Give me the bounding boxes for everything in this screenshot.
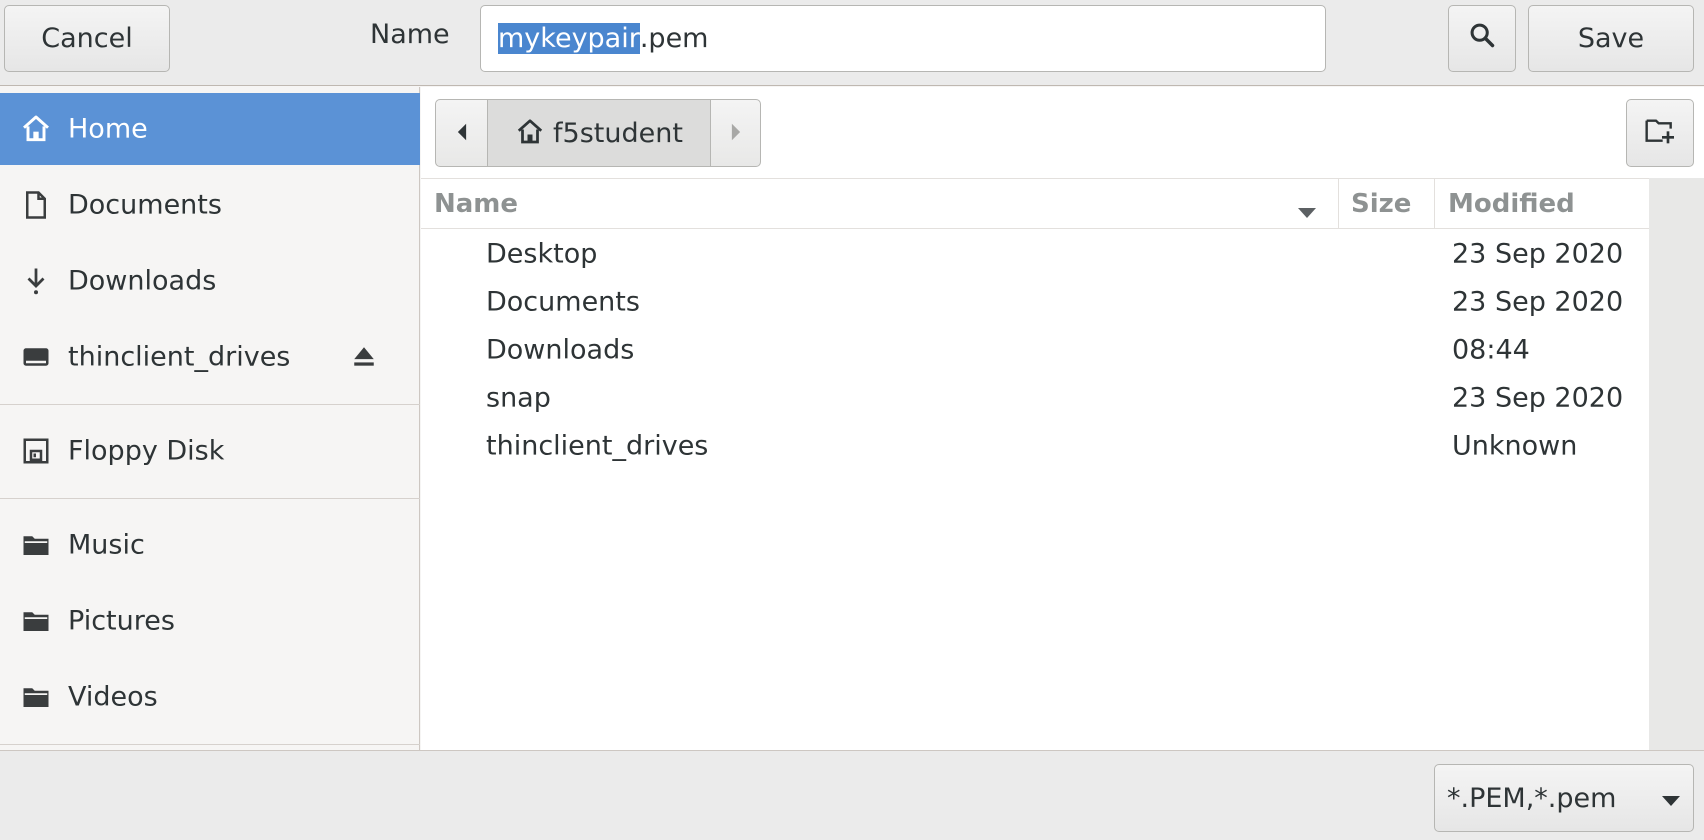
list-scrollbar-track[interactable]	[1649, 178, 1704, 750]
home-icon	[515, 117, 545, 150]
file-name: Desktop	[486, 238, 598, 270]
table-row[interactable]: snap 23 Sep 2020	[421, 374, 1649, 422]
file-modified: 23 Sep 2020	[1452, 238, 1624, 270]
table-row[interactable]: thinclient_drives Unknown	[421, 422, 1649, 470]
path-scroll-right-button[interactable]	[710, 99, 761, 167]
chevron-right-icon	[729, 121, 743, 146]
file-modified: 08:44	[1452, 334, 1530, 366]
header-bar: Cancel Name mykeypair .pem Save	[0, 0, 1704, 86]
folder-icon	[19, 528, 53, 562]
sidebar-separator	[0, 744, 420, 745]
column-header-size[interactable]: Size	[1351, 179, 1411, 229]
sidebar-item-pictures[interactable]: Pictures	[0, 585, 420, 657]
chevron-down-icon	[1661, 783, 1681, 814]
drive-icon	[19, 340, 53, 374]
sidebar-item-label: Documents	[68, 189, 222, 221]
save-button[interactable]: Save	[1528, 5, 1694, 72]
file-name: Documents	[486, 286, 640, 318]
file-list: Name Size Modified Desktop 23 Sep 2020 D…	[421, 178, 1649, 750]
search-icon	[1468, 21, 1496, 56]
path-scroll-left-button[interactable]	[435, 99, 488, 167]
column-header: Name Size Modified	[421, 179, 1649, 229]
path-crumb-label: f5student	[553, 117, 683, 149]
filename-extension-text: .pem	[639, 23, 709, 54]
filename-selected-text: mykeypair	[498, 23, 640, 54]
sidebar-item-label: Home	[68, 113, 148, 145]
table-row[interactable]: Desktop 23 Sep 2020	[421, 230, 1649, 278]
file-name: thinclient_drives	[486, 430, 709, 462]
sidebar-separator	[0, 498, 420, 499]
name-label: Name	[370, 19, 450, 50]
chevron-left-icon	[455, 121, 469, 146]
file-modified: 23 Sep 2020	[1452, 382, 1624, 414]
column-divider	[1338, 179, 1339, 229]
new-folder-button[interactable]	[1626, 99, 1694, 167]
sidebar-item-label: Downloads	[68, 265, 217, 297]
sidebar-separator	[0, 404, 420, 405]
column-divider	[1434, 179, 1435, 229]
sidebar-item-label: Pictures	[68, 605, 175, 637]
footer-bar: *.PEM,*.pem	[0, 750, 1704, 840]
file-modified: Unknown	[1452, 430, 1578, 462]
places-sidebar: Home Documents Downloads thinclient_driv…	[0, 87, 420, 750]
sidebar-item-music[interactable]: Music	[0, 509, 420, 581]
folder-icon	[19, 680, 53, 714]
sidebar-item-floppy-disk[interactable]: Floppy Disk	[0, 415, 420, 487]
sidebar-item-label: thinclient_drives	[68, 341, 291, 373]
sidebar-item-documents[interactable]: Documents	[0, 169, 420, 241]
sidebar-item-label: Floppy Disk	[68, 435, 225, 467]
column-header-modified[interactable]: Modified	[1448, 179, 1575, 229]
new-folder-icon	[1643, 114, 1677, 153]
download-icon	[19, 264, 53, 298]
sidebar-item-label: Music	[68, 529, 145, 561]
file-browser-pane: f5student Name Size Modified Desktop 23 …	[421, 87, 1704, 750]
floppy-icon	[19, 434, 53, 468]
search-button[interactable]	[1448, 5, 1516, 72]
sidebar-item-downloads[interactable]: Downloads	[0, 245, 420, 317]
filename-input[interactable]: mykeypair .pem	[480, 5, 1326, 72]
file-name: snap	[486, 382, 551, 414]
sidebar-item-label: Videos	[68, 681, 158, 713]
eject-icon[interactable]	[348, 341, 380, 373]
cancel-button[interactable]: Cancel	[4, 5, 170, 72]
path-crumb-home[interactable]: f5student	[488, 99, 710, 167]
sort-descending-icon	[1297, 196, 1317, 218]
file-type-filter-label: *.PEM,*.pem	[1447, 782, 1617, 814]
table-row[interactable]: Documents 23 Sep 2020	[421, 278, 1649, 326]
file-name: Downloads	[486, 334, 635, 366]
file-type-filter-select[interactable]: *.PEM,*.pem	[1434, 764, 1694, 832]
column-header-name[interactable]: Name	[434, 179, 1334, 229]
sidebar-item-thinclient-drives[interactable]: thinclient_drives	[0, 321, 420, 393]
folder-icon	[19, 604, 53, 638]
sidebar-item-videos[interactable]: Videos	[0, 661, 420, 733]
table-row[interactable]: Downloads 08:44	[421, 326, 1649, 374]
sidebar-item-home[interactable]: Home	[0, 93, 420, 165]
path-bar: f5student	[435, 99, 761, 167]
document-icon	[19, 188, 53, 222]
home-icon	[19, 112, 53, 146]
file-modified: 23 Sep 2020	[1452, 286, 1624, 318]
